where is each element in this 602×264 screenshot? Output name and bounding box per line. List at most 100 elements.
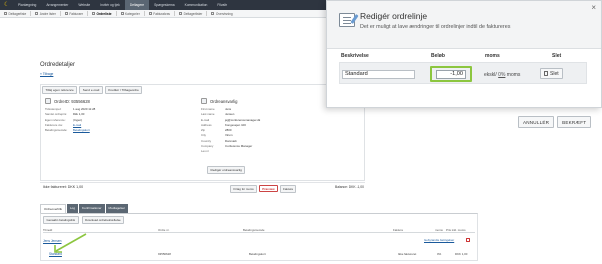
- delete-header: Slet: [552, 53, 562, 59]
- order-number-cell: 93556628: [158, 251, 171, 256]
- nav-item-events[interactable]: Arrangementer: [41, 0, 73, 10]
- subnav-label: Overvisning: [215, 11, 233, 16]
- field-label: Lev.nr: [201, 149, 209, 154]
- subnav-label: Deltagerlister: [183, 11, 203, 16]
- buyer-heading-label: Ordreansvarlig: [210, 98, 238, 104]
- banana-logo-icon[interactable]: ☾: [4, 2, 10, 8]
- field-value: Conference Manager: [225, 144, 253, 149]
- order-table-header: Tilmeld Ordre nr. Betalingsmetode Faktur…: [43, 228, 475, 233]
- preview-badge[interactable]: Præview: [259, 184, 278, 193]
- nav-item-communication[interactable]: Kommunikation: [180, 0, 213, 10]
- subnav-participant-list[interactable]: Deltagerliste: [0, 12, 30, 16]
- subnav-label: Fakturakrav: [153, 11, 171, 16]
- list-icon: [35, 12, 39, 15]
- invoice-button[interactable]: Faktura: [279, 184, 297, 193]
- delete-customer-icon[interactable]: [466, 237, 470, 242]
- nav-item-survey[interactable]: Spørgeskema: [149, 0, 180, 10]
- subnav-label: Deltagerliste: [8, 11, 27, 16]
- vat-prefix: ekskl/: [484, 71, 497, 78]
- list-icon: [4, 12, 7, 15]
- modal-subtitle: Det er muligt at lave ændringer til ordr…: [360, 24, 511, 30]
- nav-item-planning[interactable]: Planlægning: [13, 0, 41, 10]
- settings-icon: [148, 12, 152, 15]
- tab-confirmations[interactable]: Konfirmationer: [79, 204, 105, 213]
- confirm-button[interactable]: BEKRÆFT: [557, 116, 592, 128]
- order-info-heading: OrdreID: 93556628: [45, 98, 190, 104]
- nav-item-website[interactable]: Website: [73, 0, 95, 10]
- cancel-button[interactable]: ANNULLÉR: [518, 116, 555, 128]
- subnav-categories[interactable]: Kategorier: [117, 12, 144, 16]
- amount-highlight: [430, 66, 472, 82]
- vat-header: moms: [485, 53, 500, 59]
- amount-header: Beløb: [431, 53, 445, 59]
- add-reference-button[interactable]: Tilføj egen reference: [42, 86, 78, 95]
- nav-item-files[interactable]: Filvaltr: [212, 0, 232, 10]
- tab-receipts[interactable]: Modtagelser: [105, 204, 129, 213]
- balance-amount: Balance: DKK -1,00: [335, 185, 364, 189]
- vat-exempt-button[interactable]: Fritag for moms: [230, 184, 258, 193]
- send-email-button[interactable]: Send e-mail: [79, 86, 103, 95]
- subnav-invoices[interactable]: Fakturaer: [61, 12, 87, 16]
- list-icon: [179, 12, 183, 15]
- tab-order-overview[interactable]: Ordreoverblik: [40, 204, 67, 213]
- amount-input[interactable]: [436, 69, 466, 79]
- subnav-order-list[interactable]: Ordreliste: [88, 12, 116, 16]
- back-link[interactable]: « Tilbage: [40, 72, 53, 76]
- invoice-terms-link[interactable]: Gebyrandre betingelser: [424, 238, 454, 242]
- overview-icon: [211, 12, 215, 15]
- tab-toolbar: Genaabn betalingslink Download ordrebekr…: [43, 216, 125, 225]
- modal-header: × Redigér ordrelinje Det er muligt at la…: [327, 1, 601, 49]
- edit-order-line-modal: × Redigér ordrelinje Det er muligt at la…: [326, 0, 602, 108]
- payment-method-link[interactable]: Betalingskort: [73, 128, 90, 133]
- subnav-participant-lists[interactable]: Deltagerlister: [175, 12, 206, 16]
- order-tabs: Ordreoverblik Log Konfirmationer Modtage…: [40, 204, 129, 213]
- subnav-other-lists[interactable]: Andre lister: [31, 12, 60, 16]
- not-invoiced-amount: Ikke faktureret: DKK 1,00: [43, 185, 84, 189]
- top-nav-bar: ☾ Planlægning Arrangementer Website Invi…: [0, 0, 330, 10]
- modal-title: Redigér ordrelinje: [360, 11, 428, 21]
- order-info-block: OrdreID: 93556628 Tidsstempel: 1 aug 2020…: [45, 98, 190, 133]
- order-icon: [45, 98, 51, 104]
- column-header: moms: [435, 228, 443, 232]
- download-confirmation-button[interactable]: Download ordrebekræftelse: [81, 216, 125, 225]
- category-icon: [120, 12, 124, 15]
- close-icon[interactable]: ×: [591, 4, 596, 12]
- invoice-status-cell: Ikke faktureret: [398, 251, 417, 256]
- buyer-info-heading: Ordreansvarlig: [201, 98, 331, 104]
- vat-cell: 0%: [437, 251, 442, 256]
- subnav-label: Kategorier: [125, 11, 140, 16]
- trash-icon: [544, 71, 548, 76]
- nav-item-participants[interactable]: Deltagere: [124, 0, 150, 10]
- order-info-row: Betalingsmetode: Betalingskort: [45, 128, 190, 133]
- buyer-info-block: Ordreansvarlig First name Jens Last name J…: [201, 98, 331, 155]
- edit-buyer-button[interactable]: Redigér ordreansvarlig: [207, 166, 246, 175]
- field-label: Betalingsmetode:: [45, 128, 68, 133]
- column-header: Ordre nr.: [158, 228, 170, 232]
- description-header: Beskrivelse: [341, 53, 369, 59]
- delete-label: Slet: [550, 70, 559, 77]
- price-cell: DKK 1,00: [455, 251, 468, 256]
- pencil-icon: [350, 14, 359, 24]
- status-actions: Fritag for moms Præview Faktura: [230, 184, 297, 193]
- subnav-label: Fakturaer: [69, 11, 83, 16]
- order-icon: [91, 12, 95, 15]
- subnav-invoice-requirements[interactable]: Fakturakrav: [145, 12, 174, 16]
- nav-item-invite[interactable]: Invitér og tjek: [95, 0, 125, 10]
- page-title: Ordredetaljer: [40, 62, 76, 68]
- description-input[interactable]: [342, 69, 415, 79]
- subnav-label: Andre lister: [39, 11, 56, 16]
- reopen-payment-link-button[interactable]: Genaabn betalingslink: [43, 216, 79, 225]
- order-toolbar: Tilføj egen reference Send e-mail Kredit…: [42, 86, 143, 95]
- credit-button[interactable]: Kreditér / Tilbageordre: [104, 86, 143, 95]
- buyer-info-row: Lev.nr: [201, 149, 331, 154]
- table-row: Standard 93556628 Betalingskort Ikke fak…: [43, 251, 475, 257]
- tab-log[interactable]: Log: [67, 204, 79, 213]
- order-line-row: ekskl/ 0% moms Slet: [339, 62, 587, 84]
- order-line-name-link[interactable]: Standard: [49, 252, 62, 256]
- column-header: Betalingsmetode: [243, 228, 265, 232]
- vat-percent-link[interactable]: 0%: [498, 72, 505, 78]
- edit-document-icon: [339, 13, 359, 27]
- delete-button[interactable]: Slet: [540, 68, 563, 79]
- subnav-overview[interactable]: Overvisning: [207, 12, 236, 16]
- invoice-icon: [64, 12, 68, 15]
